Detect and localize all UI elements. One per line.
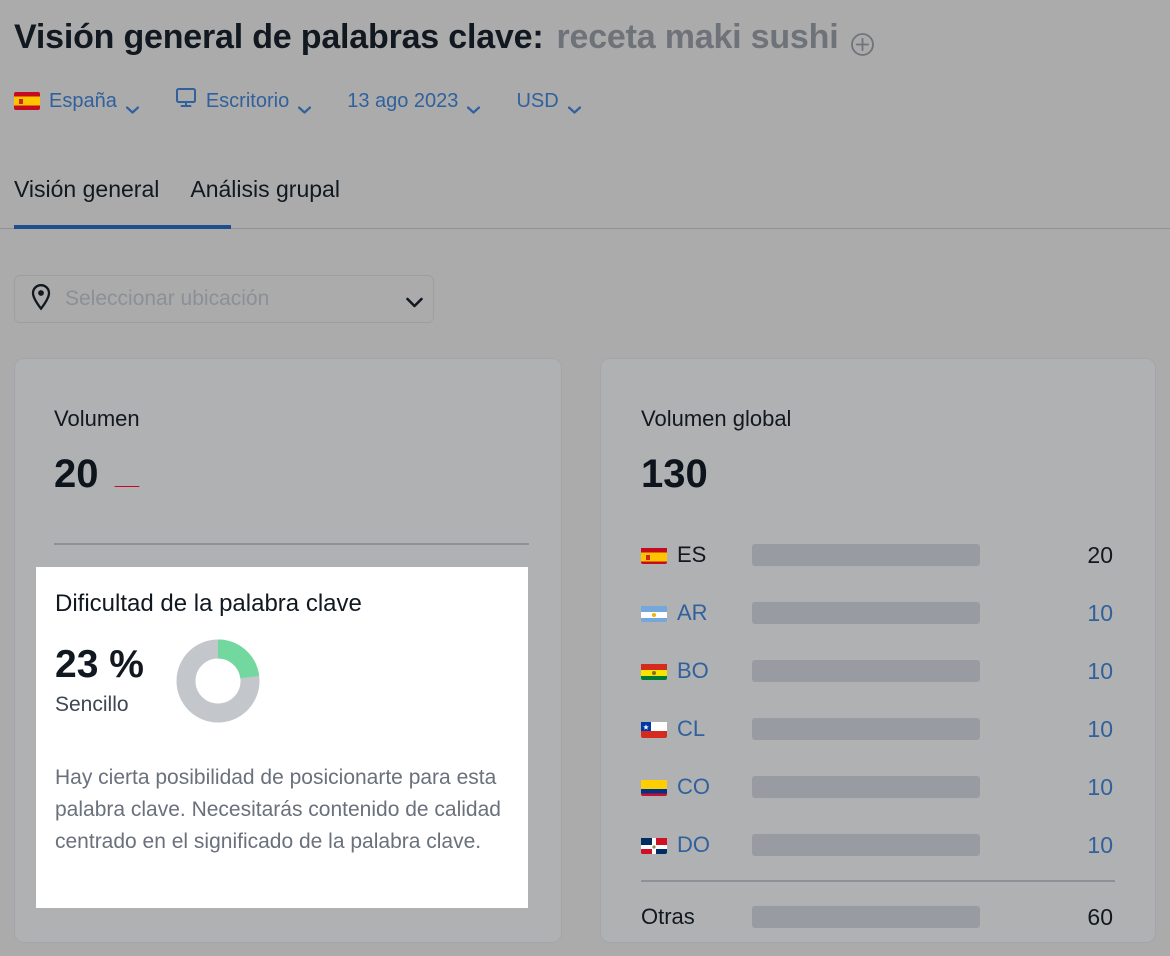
flag-do-icon	[641, 836, 677, 854]
keyword-difficulty-score-row: 23 % Sencillo	[55, 639, 260, 723]
keyword-difficulty-panel: Dificultad de la palabra clave 23 % Senc…	[36, 567, 528, 908]
global-volume-value: 130	[641, 452, 708, 496]
volume-value[interactable]: 10	[980, 774, 1115, 801]
volume-bar-track	[752, 718, 980, 740]
table-row-other: Otras 60	[641, 888, 1115, 946]
keyword-difficulty-donut-chart	[176, 639, 260, 723]
table-row: ES 20	[641, 526, 1115, 584]
country-code-bo[interactable]: BO	[677, 658, 752, 684]
table-row: BO 10	[641, 642, 1115, 700]
chevron-down-icon[interactable]	[467, 97, 481, 114]
flag-es-icon	[641, 546, 677, 564]
flag-cl-icon	[641, 720, 677, 738]
flag-bo-icon	[641, 662, 677, 680]
volume-value[interactable]: 10	[980, 600, 1115, 627]
tab-analisis-grupal[interactable]: Análisis grupal	[190, 172, 340, 223]
table-row: CO 10	[641, 758, 1115, 816]
country-code-cl[interactable]: CL	[677, 716, 752, 742]
volume-bar-track	[752, 906, 980, 928]
tab-active-underline	[14, 225, 231, 229]
table-row: CL 10	[641, 700, 1115, 758]
page-title-keyword: receta maki sushi	[556, 18, 839, 56]
volume-card-label: Volumen	[54, 406, 140, 431]
keyword-difficulty-description: Hay cierta posibilidad de posicionarte p…	[55, 766, 501, 853]
plus-circle-icon[interactable]	[850, 27, 875, 56]
global-volume-label: Volumen global	[641, 406, 792, 431]
page-title-prefix: Visión general de palabras clave:	[14, 18, 544, 56]
location-placeholder: Seleccionar ubicación	[65, 287, 270, 310]
global-volume-rows: ES 20 AR 10 BO 10 CL 10 CO 10 DO 10 Otras 60	[641, 526, 1115, 946]
filter-date-label: 13 ago 2023	[347, 89, 459, 112]
chevron-down-icon[interactable]	[567, 97, 581, 114]
flag-co-icon	[641, 778, 677, 796]
filter-currency[interactable]: USD	[516, 89, 581, 114]
country-code-co[interactable]: CO	[677, 774, 752, 800]
table-row: DO 10	[641, 816, 1115, 874]
volume-card-divider	[54, 543, 529, 545]
flag-es-icon	[14, 92, 40, 110]
volume-card-value-wrap: 20	[54, 452, 140, 497]
tab-bar: Visión general Análisis grupal	[0, 172, 1170, 232]
filter-country-label: España	[49, 89, 117, 112]
filter-currency-label: USD	[516, 89, 559, 112]
location-select[interactable]: Seleccionar ubicación	[14, 275, 434, 323]
location-pin-icon	[29, 283, 53, 316]
filter-device[interactable]: Escritorio	[175, 88, 312, 114]
keyword-difficulty-title: Dificultad de la palabra clave	[55, 590, 362, 617]
volume-value[interactable]: 10	[980, 658, 1115, 685]
filter-country[interactable]: España	[14, 89, 139, 114]
page-title: Visión general de palabras clave: receta…	[14, 18, 875, 57]
keyword-difficulty-percent: 23 %	[55, 642, 144, 686]
chevron-down-icon[interactable]	[125, 97, 139, 114]
volume-value: 20	[1087, 541, 1113, 568]
tab-vision-general[interactable]: Visión general	[14, 172, 159, 223]
filters-bar: España Escritorio 13 ago 2023 USD	[14, 88, 617, 114]
keyword-difficulty-level: Sencillo	[55, 693, 129, 717]
country-code-other: Otras	[641, 904, 695, 929]
chevron-down-icon[interactable]	[298, 97, 312, 114]
filter-device-label: Escritorio	[205, 89, 290, 112]
filter-date[interactable]: 13 ago 2023	[347, 89, 481, 114]
volume-card-value: 20	[54, 452, 99, 496]
rows-divider	[641, 880, 1115, 882]
volume-value[interactable]: 10	[980, 832, 1115, 859]
volume-value[interactable]: 10	[980, 716, 1115, 743]
table-row: AR 10	[641, 584, 1115, 642]
volume-bar-track	[752, 544, 980, 566]
volume-bar-track	[752, 834, 980, 856]
volume-bar-track	[752, 602, 980, 624]
global-volume-card: Volumen global 130 ES 20 AR 10 BO 10 CL 10 CO 10 D…	[600, 358, 1156, 943]
chevron-down-icon[interactable]	[406, 295, 423, 308]
monitor-icon	[175, 88, 197, 114]
country-code-es: ES	[677, 542, 707, 567]
flag-es-icon	[113, 469, 140, 487]
country-code-ar[interactable]: AR	[677, 600, 752, 626]
volume-value: 60	[1087, 903, 1113, 930]
volume-bar-track	[752, 660, 980, 682]
flag-ar-icon	[641, 604, 677, 622]
volume-bar-track	[752, 776, 980, 798]
country-code-do[interactable]: DO	[677, 832, 752, 858]
